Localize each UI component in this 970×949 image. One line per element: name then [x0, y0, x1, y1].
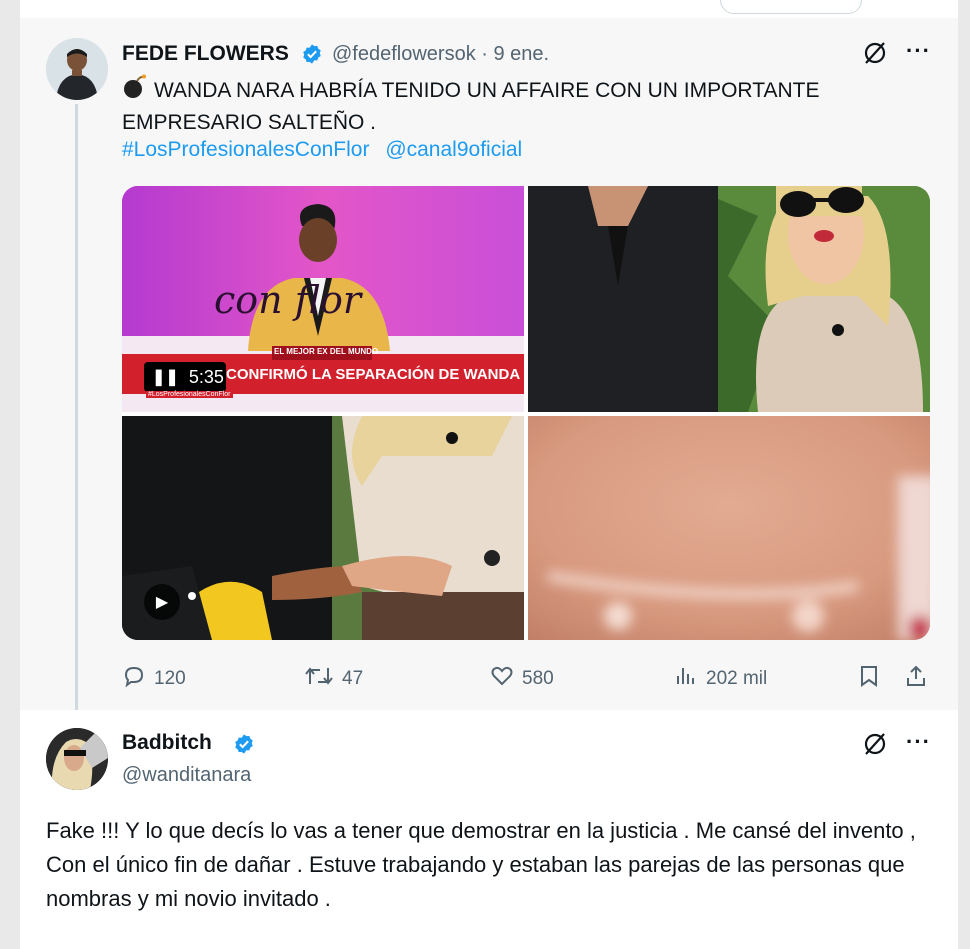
author-name-2[interactable]: Badbitch — [122, 731, 212, 755]
handle-and-date[interactable]: @fedeflowersok · 9 ene. — [332, 43, 549, 66]
studio-script-text: con flor — [214, 278, 362, 322]
thread-connector-line — [75, 104, 78, 710]
video-duration-badge[interactable]: ❚❚ 5:35 — [144, 362, 226, 392]
media-image-2[interactable] — [528, 186, 930, 412]
media-grid: con flor EL MEJOR EX DEL MUNDO CONFIRMÓ … — [122, 186, 930, 640]
bomb-emoji-icon — [122, 73, 146, 108]
video-banner-text: CONFIRMÓ LA SEPARACIÓN DE WANDA Y MIGUEL… — [226, 366, 524, 383]
mention-link[interactable]: @canal9oficial — [385, 138, 522, 161]
reply-icon[interactable] — [122, 664, 146, 694]
video-duration: 5:35 — [188, 366, 224, 387]
previous-tweet-button[interactable] — [720, 0, 862, 14]
avatar-fede-flowers[interactable] — [46, 38, 108, 100]
media-image-3[interactable]: ▶ — [122, 416, 524, 640]
tweet-text-line1: WANDA NARA HABRÍA TENIDO UN AFFAIRE CON … — [154, 78, 820, 102]
like-action[interactable]: 580 — [490, 664, 554, 694]
reply-action[interactable]: 120 — [122, 664, 186, 694]
tweet-text: WANDA NARA HABRÍA TENIDO UN AFFAIRE CON … — [122, 73, 820, 138]
share-icon[interactable] — [904, 664, 928, 688]
views-action[interactable]: 202 mil — [674, 664, 767, 694]
more-options-icon[interactable]: ··· — [906, 729, 931, 755]
author-name[interactable]: FEDE FLOWERS — [122, 42, 289, 66]
bookmark-icon[interactable] — [858, 664, 880, 688]
repost-icon[interactable] — [304, 664, 334, 694]
video-corner-tag: #LosProfesionalesConFlor — [146, 391, 233, 398]
repost-count: 47 — [342, 668, 364, 689]
more-options-icon[interactable]: ··· — [906, 38, 931, 64]
heart-icon[interactable] — [490, 664, 514, 694]
grok-icon[interactable] — [862, 40, 888, 72]
video-thumbnail[interactable]: con flor EL MEJOR EX DEL MUNDO CONFIRMÓ … — [122, 186, 524, 412]
views-count: 202 mil — [706, 668, 768, 689]
reply-count: 120 — [154, 668, 186, 689]
grok-icon[interactable] — [862, 731, 888, 763]
like-count: 580 — [522, 668, 554, 689]
avatar-badbitch[interactable] — [46, 728, 108, 790]
tweet-text-line2: EMPRESARIO SALTEÑO . — [122, 111, 376, 134]
tweet-text-2: Fake !!! Y lo que decís lo vas a tener q… — [46, 818, 916, 911]
previous-tweet-edge — [20, 0, 958, 18]
video-banner-small: EL MEJOR EX DEL MUNDO — [274, 347, 379, 356]
views-chart-icon[interactable] — [674, 664, 698, 694]
hashtags: #LosProfesionalesConFlor @canal9oficial — [122, 138, 532, 162]
hashtag-link[interactable]: #LosProfesionalesConFlor — [122, 138, 369, 161]
repost-action[interactable]: 47 — [304, 664, 363, 694]
verified-badge-icon — [303, 44, 321, 64]
pause-icon[interactable]: ❚❚ — [152, 367, 179, 387]
media-image-4-blurred[interactable] — [528, 416, 930, 640]
play-icon[interactable]: ▶ — [144, 584, 180, 620]
handle-2[interactable]: @wanditanara — [122, 764, 251, 787]
verified-badge-icon — [235, 734, 253, 754]
